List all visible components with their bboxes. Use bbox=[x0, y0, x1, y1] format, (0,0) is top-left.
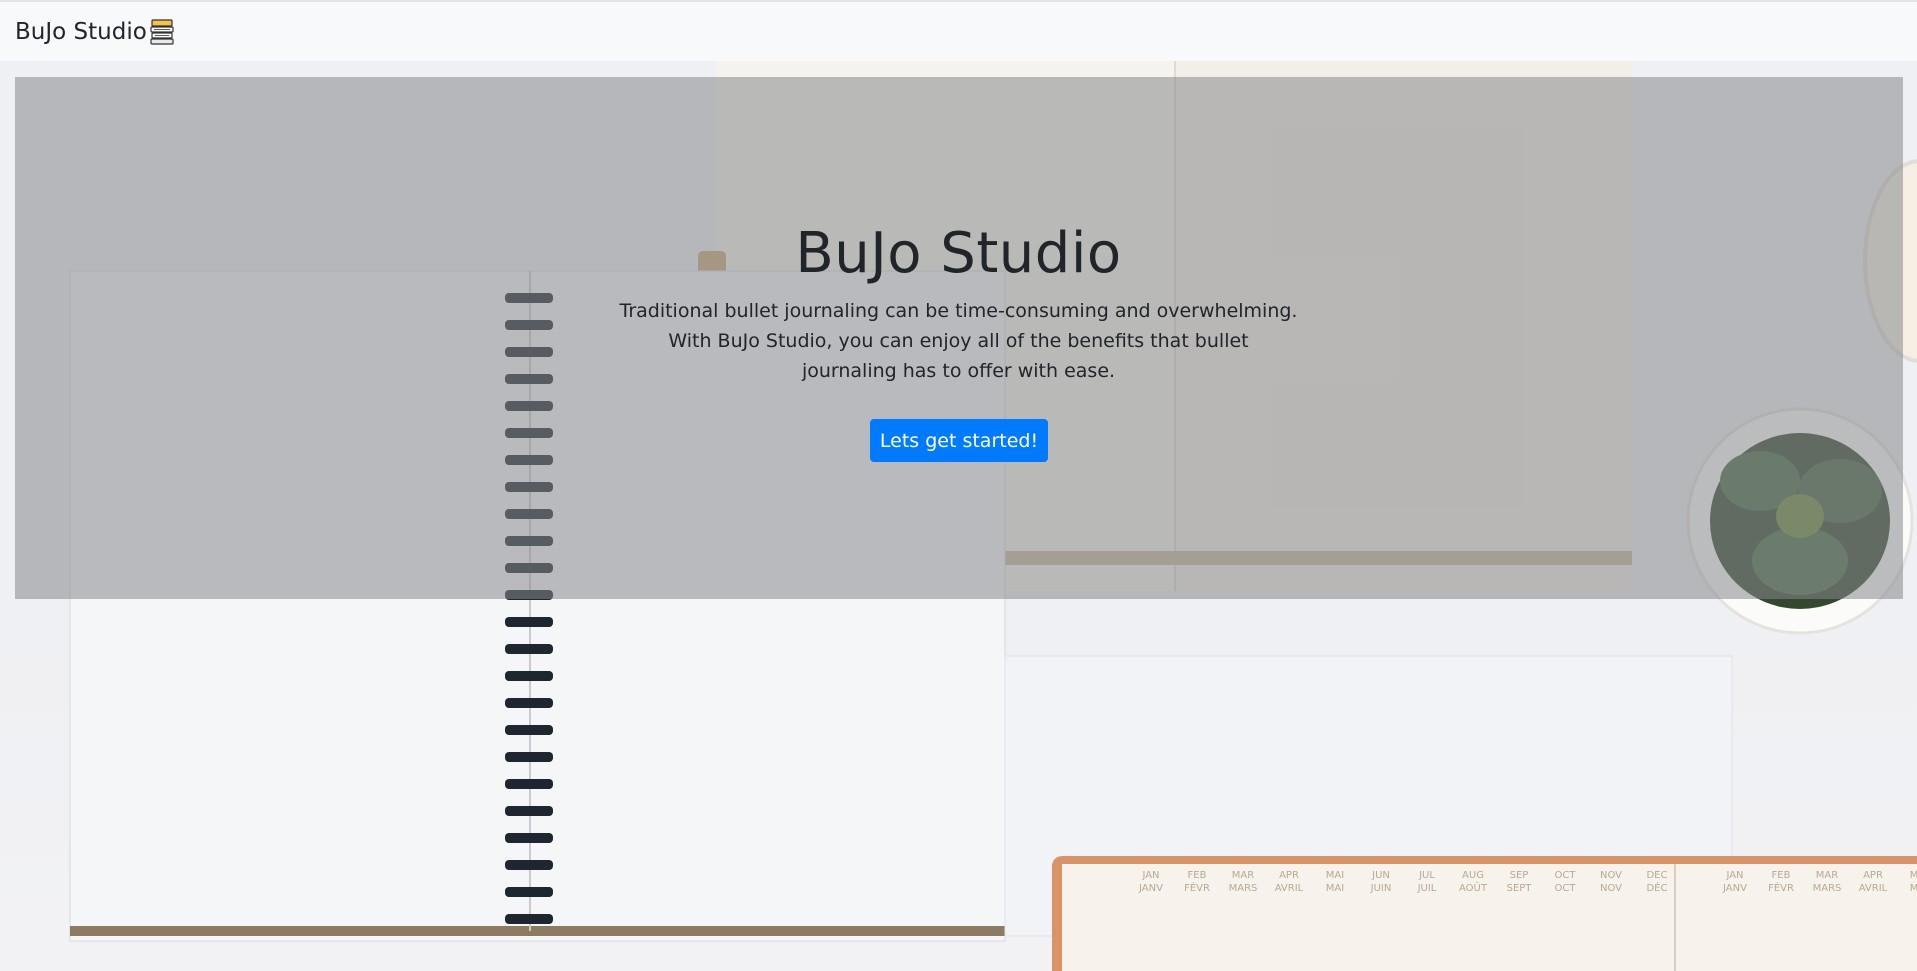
planner-month-label: APR bbox=[1279, 870, 1299, 881]
planner-month-label: NOV bbox=[1599, 883, 1623, 894]
brand-label: BuJo Studio bbox=[15, 18, 147, 45]
get-started-button[interactable]: Lets get started! bbox=[870, 419, 1048, 462]
planner-months: JAN FEB MAR APR MAI JUN JUL AUG SEP OCT NOV DEC JAN… bbox=[1128, 870, 1680, 894]
planner-month-label: FEB bbox=[1771, 870, 1791, 881]
planner-month-label: MARS bbox=[1812, 883, 1842, 894]
hero-lead: Traditional bullet journaling can be tim… bbox=[619, 300, 1298, 382]
planner-month-label: MAI bbox=[1325, 883, 1345, 894]
planner-month-label: OCT bbox=[1554, 883, 1576, 894]
planner-month-label: FEB bbox=[1187, 870, 1207, 881]
planner-month-label: AOÛT bbox=[1459, 883, 1487, 894]
planner-month-label: DEC bbox=[1646, 870, 1668, 881]
planner-month-label: MAI bbox=[1909, 883, 1917, 894]
planner-month-label: JAN bbox=[1726, 870, 1744, 881]
hero-title: BuJo Studio bbox=[795, 221, 1122, 286]
planner-month-label: MARS bbox=[1228, 883, 1258, 894]
planner-month-label: OCT bbox=[1554, 870, 1576, 881]
planner-month-label: APR bbox=[1863, 870, 1883, 881]
planner-month-label: JUIL bbox=[1417, 883, 1437, 894]
planner-month-label: JUIN bbox=[1370, 883, 1392, 894]
planner-month-label: AUG bbox=[1462, 870, 1484, 881]
brand-link[interactable]: BuJo Studio bbox=[15, 17, 175, 47]
planner-month-label: SEP bbox=[1509, 870, 1529, 881]
planner-month-label: AVRIL bbox=[1858, 883, 1888, 894]
planner-month-label: MAI bbox=[1325, 870, 1345, 881]
planner-month-label: SEPT bbox=[1506, 883, 1532, 894]
planner-month-label: JUL bbox=[1419, 870, 1435, 881]
planner-months-right: JAN FEB MAR APR MAI JANV FÉVR MARS AVRIL MAI bbox=[1712, 870, 1917, 894]
planner-month-label: FÉVR bbox=[1768, 883, 1794, 894]
planner-month-label: JAN bbox=[1142, 870, 1160, 881]
planner-month-label: MAR bbox=[1231, 870, 1255, 881]
planner-month-label: MAI bbox=[1909, 870, 1917, 881]
planner-month-label: FÉVR bbox=[1184, 883, 1210, 894]
planner-month-label: AVRIL bbox=[1274, 883, 1304, 894]
navbar: BuJo Studio bbox=[0, 0, 1917, 61]
planner-month-label: DÉC bbox=[1646, 883, 1668, 894]
stacked-books-icon bbox=[149, 17, 175, 47]
planner-month-label: JUN bbox=[1372, 870, 1390, 881]
planner-month-label: MAR bbox=[1815, 870, 1839, 881]
planner-month-label: NOV bbox=[1599, 870, 1623, 881]
planner-month-label: JANV bbox=[1723, 883, 1747, 894]
planner-month-label: JANV bbox=[1139, 883, 1163, 894]
